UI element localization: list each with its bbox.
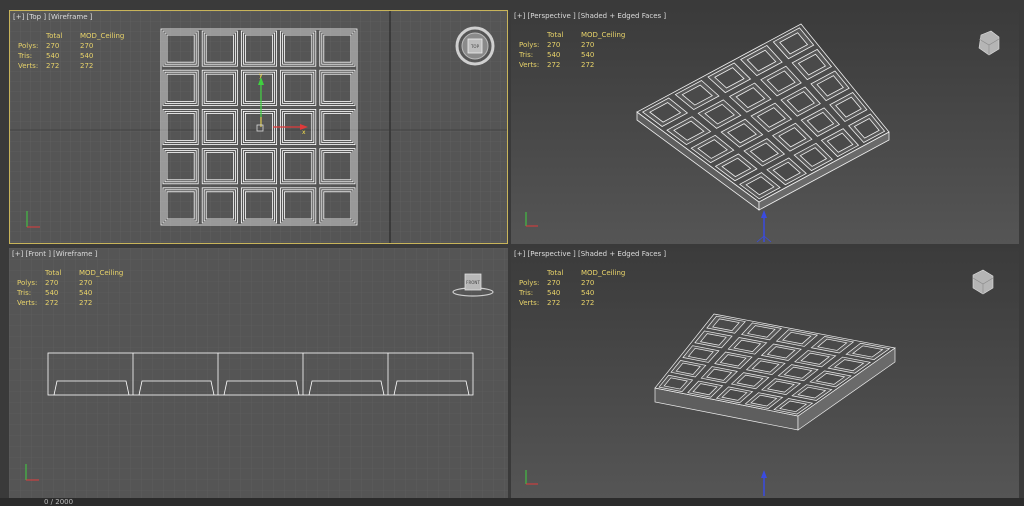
stats-overlay: Total MOD_Ceiling Polys: 270 270 Tris: 540 54… — [519, 31, 626, 69]
stats-overlay: Total MOD_Ceiling Polys: 270 270 Tris: 540 54… — [18, 32, 125, 70]
axis-tripod-icon — [525, 212, 538, 227]
stats-overlay: Total MOD_Ceiling Polys: 270 270 Tris: 540 54… — [17, 269, 124, 307]
gizmo-z-axis — [761, 470, 767, 496]
viewport-label[interactable]: [+] [Perspective ] [Shaded + Edged Faces… — [514, 12, 666, 20]
viewport-label[interactable]: [+] [Perspective ] [Shaded + Edged Faces… — [514, 250, 666, 258]
viewcube-perspective[interactable] — [972, 269, 994, 295]
viewcube-perspective[interactable] — [978, 30, 1000, 56]
viewport-perspective-lower[interactable]: [+] [Perspective ] [Shaded + Edged Faces… — [511, 248, 1019, 498]
axis-y-label: y — [259, 72, 263, 79]
ceiling-shaded-mesh — [636, 23, 890, 211]
viewport-perspective-upper[interactable]: [+] [Perspective ] [Shaded + Edged Faces… — [511, 10, 1019, 244]
axis-x-label: x — [302, 129, 306, 136]
viewcube-face-label: TOP — [470, 44, 480, 49]
timeline-bar[interactable]: 0 / 2000 — [0, 498, 1024, 506]
gizmo-z-axis — [756, 210, 772, 243]
viewport-front[interactable]: FRONT [+] [Front ] [Wireframe ] Total MOD… — [9, 248, 508, 498]
ceiling-shaded-mesh-low — [654, 313, 896, 431]
frame-counter[interactable]: 0 / 2000 — [44, 498, 73, 506]
stats-overlay: Total MOD_Ceiling Polys: 270 270 Tris: 540 54… — [519, 269, 626, 307]
viewport-label[interactable]: [+] [Front ] [Wireframe ] — [12, 250, 97, 258]
viewport-label[interactable]: [+] [Top ] [Wireframe ] — [13, 13, 92, 21]
viewport-top[interactable]: y x TOP [+] [Top ] [Wireframe ] Total MOD… — [9, 10, 508, 244]
viewcube-top[interactable]: TOP — [455, 26, 495, 66]
viewcube-face-label: FRONT — [466, 280, 480, 285]
axis-tripod-icon — [525, 470, 538, 485]
